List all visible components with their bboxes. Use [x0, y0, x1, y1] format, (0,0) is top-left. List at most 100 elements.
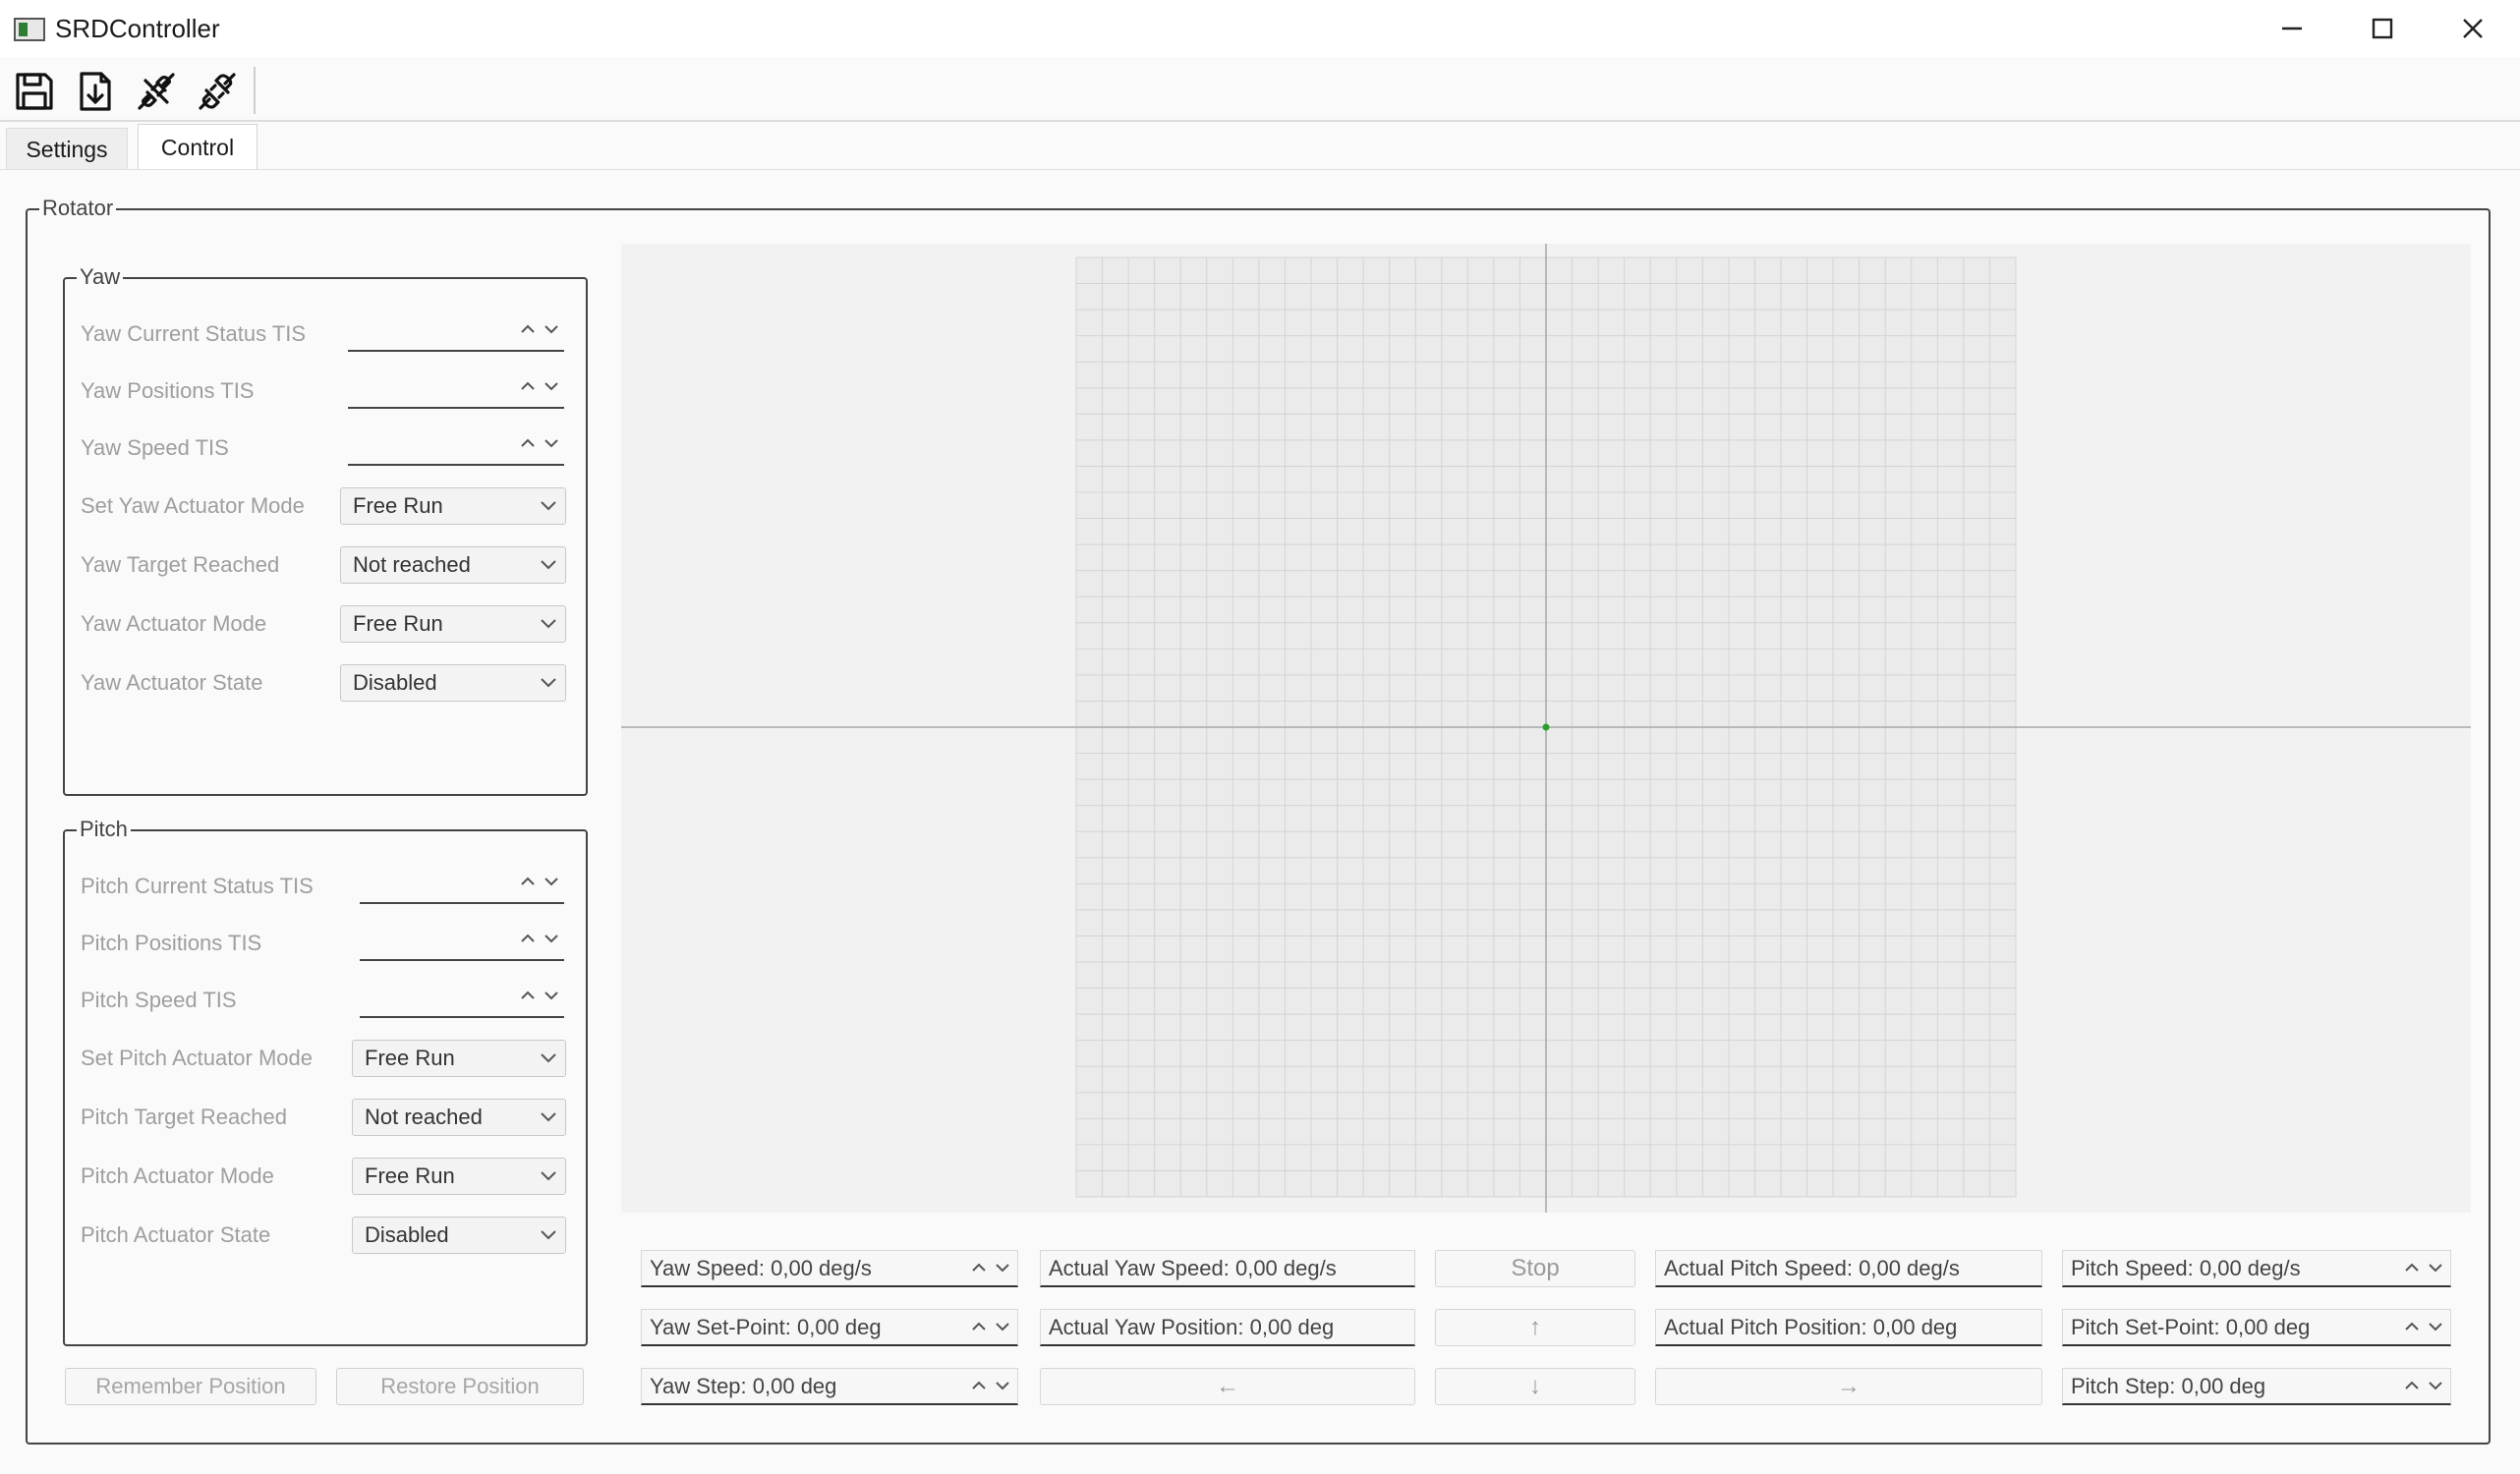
toolbar: [0, 57, 2520, 122]
yaw-target-reached-combo[interactable]: Not reached: [340, 546, 566, 584]
spin-up-icon[interactable]: [519, 930, 537, 947]
pitch-speed-spinbox[interactable]: Pitch Speed: 0,00 deg/s: [2062, 1250, 2451, 1287]
stop-button[interactable]: Stop: [1435, 1250, 1635, 1287]
spin-down-icon[interactable]: [994, 1318, 1011, 1335]
pitch-current-status-spinbox[interactable]: [360, 869, 564, 904]
yaw-step-spinbox[interactable]: Yaw Step: 0,00 deg: [641, 1368, 1018, 1405]
actual-yaw-speed-field: Actual Yaw Speed: 0,00 deg/s: [1040, 1250, 1415, 1287]
spin-down-icon[interactable]: [543, 320, 560, 338]
move-down-button[interactable]: ↓: [1435, 1368, 1635, 1405]
disconnect-button[interactable]: [191, 65, 244, 118]
pitch-target-reached-label: Pitch Target Reached: [81, 1105, 287, 1129]
pitch-actuator-state-combo[interactable]: Disabled: [352, 1217, 566, 1254]
yaw-step-text: Yaw Step: 0,00 deg: [650, 1374, 837, 1398]
minimize-button[interactable]: [2247, 0, 2337, 57]
spin-up-icon[interactable]: [970, 1377, 988, 1394]
spin-down-icon[interactable]: [2427, 1318, 2444, 1335]
chevron-down-icon: [541, 560, 556, 570]
disconnect-icon: [199, 73, 236, 110]
spin-up-icon[interactable]: [970, 1318, 988, 1335]
yaw-speed-text: Yaw Speed: 0,00 deg/s: [650, 1256, 872, 1280]
pitch-actuator-mode-combo[interactable]: Free Run: [352, 1158, 566, 1195]
yaw-target-reached-label: Yaw Target Reached: [81, 552, 280, 577]
connect-icon: [138, 73, 175, 110]
import-button[interactable]: [69, 65, 122, 118]
set-pitch-actuator-mode-value: Free Run: [365, 1046, 455, 1070]
spin-up-icon[interactable]: [2403, 1377, 2421, 1394]
spin-up-icon[interactable]: [519, 987, 537, 1004]
set-yaw-actuator-mode-label: Set Yaw Actuator Mode: [81, 493, 305, 518]
spin-up-icon[interactable]: [519, 320, 537, 338]
close-button[interactable]: [2428, 0, 2518, 57]
pitch-positions-spinbox[interactable]: [360, 926, 564, 961]
spin-down-icon[interactable]: [2427, 1259, 2444, 1276]
spin-up-icon[interactable]: [2403, 1259, 2421, 1276]
window-title: SRDController: [55, 14, 220, 43]
pitch-actuator-state-label: Pitch Actuator State: [81, 1222, 271, 1247]
spin-down-icon[interactable]: [994, 1377, 1011, 1394]
import-icon: [80, 72, 111, 111]
spin-down-icon[interactable]: [543, 930, 560, 947]
spin-up-icon[interactable]: [519, 873, 537, 890]
yaw-group-title: Yaw: [77, 263, 124, 291]
pitch-actuator-mode-value: Free Run: [365, 1163, 455, 1188]
current-position-marker: [1542, 723, 1550, 731]
spin-up-icon[interactable]: [519, 434, 537, 452]
spin-down-icon[interactable]: [543, 434, 560, 452]
yaw-actuator-state-combo[interactable]: Disabled: [340, 664, 566, 702]
spin-up-icon[interactable]: [519, 377, 537, 395]
spin-down-icon[interactable]: [2427, 1377, 2444, 1394]
pitch-actuator-state-value: Disabled: [365, 1222, 449, 1247]
set-yaw-actuator-mode-combo[interactable]: Free Run: [340, 487, 566, 525]
spin-up-icon[interactable]: [970, 1259, 988, 1276]
connect-button[interactable]: [130, 65, 183, 118]
close-icon: [2463, 19, 2483, 38]
position-plot[interactable]: [621, 244, 2471, 1213]
pitch-positions-label: Pitch Positions TIS: [81, 931, 262, 955]
restore-position-button[interactable]: Restore Position: [336, 1368, 584, 1405]
maximize-icon: [2372, 18, 2393, 39]
yaw-speed-spinbox[interactable]: Yaw Speed: 0,00 deg/s: [641, 1250, 1018, 1287]
spin-down-icon[interactable]: [994, 1259, 1011, 1276]
yaw-positions-spinbox[interactable]: [348, 373, 564, 409]
move-left-button[interactable]: ←: [1040, 1368, 1415, 1405]
chevron-down-icon: [541, 1053, 556, 1063]
actual-pitch-speed-field: Actual Pitch Speed: 0,00 deg/s: [1655, 1250, 2042, 1287]
yaw-actuator-mode-label: Yaw Actuator Mode: [81, 611, 267, 636]
pitch-group-title: Pitch: [77, 816, 131, 843]
yaw-speed-tis-label: Yaw Speed TIS: [81, 435, 229, 460]
yaw-group: Yaw: [63, 263, 588, 796]
chevron-down-icon: [541, 619, 556, 629]
save-button[interactable]: [8, 65, 61, 118]
tab-settings[interactable]: Settings: [6, 128, 128, 171]
pitch-speed-tis-spinbox[interactable]: [360, 983, 564, 1018]
yaw-actuator-state-label: Yaw Actuator State: [81, 670, 263, 695]
spin-down-icon[interactable]: [543, 873, 560, 890]
chevron-down-icon: [541, 678, 556, 688]
spin-down-icon[interactable]: [543, 377, 560, 395]
move-up-button[interactable]: ↑: [1435, 1309, 1635, 1346]
pitch-target-reached-value: Not reached: [365, 1105, 483, 1129]
tab-bar: Settings Control: [0, 122, 2520, 171]
remember-position-button[interactable]: Remember Position: [65, 1368, 316, 1405]
tab-control[interactable]: Control: [138, 124, 258, 171]
set-pitch-actuator-mode-combo[interactable]: Free Run: [352, 1040, 566, 1077]
yaw-actuator-mode-combo[interactable]: Free Run: [340, 605, 566, 643]
yaw-setpoint-spinbox[interactable]: Yaw Set-Point: 0,00 deg: [641, 1309, 1018, 1346]
yaw-positions-label: Yaw Positions TIS: [81, 378, 255, 403]
yaw-speed-tis-spinbox[interactable]: [348, 430, 564, 466]
spin-down-icon[interactable]: [543, 987, 560, 1004]
chevron-down-icon: [541, 1171, 556, 1181]
pitch-step-spinbox[interactable]: Pitch Step: 0,00 deg: [2062, 1368, 2451, 1405]
spin-up-icon[interactable]: [2403, 1318, 2421, 1335]
pitch-step-text: Pitch Step: 0,00 deg: [2071, 1374, 2266, 1398]
position-plot-canvas[interactable]: [621, 244, 2471, 1213]
pitch-target-reached-combo[interactable]: Not reached: [352, 1099, 566, 1136]
set-yaw-actuator-mode-value: Free Run: [353, 493, 443, 518]
maximize-button[interactable]: [2337, 0, 2428, 57]
pitch-setpoint-spinbox[interactable]: Pitch Set-Point: 0,00 deg: [2062, 1309, 2451, 1346]
move-right-button[interactable]: →: [1655, 1368, 2042, 1405]
yaw-current-status-spinbox[interactable]: [348, 316, 564, 352]
actual-pitch-position-field: Actual Pitch Position: 0,00 deg: [1655, 1309, 2042, 1346]
yaw-setpoint-text: Yaw Set-Point: 0,00 deg: [650, 1315, 882, 1339]
